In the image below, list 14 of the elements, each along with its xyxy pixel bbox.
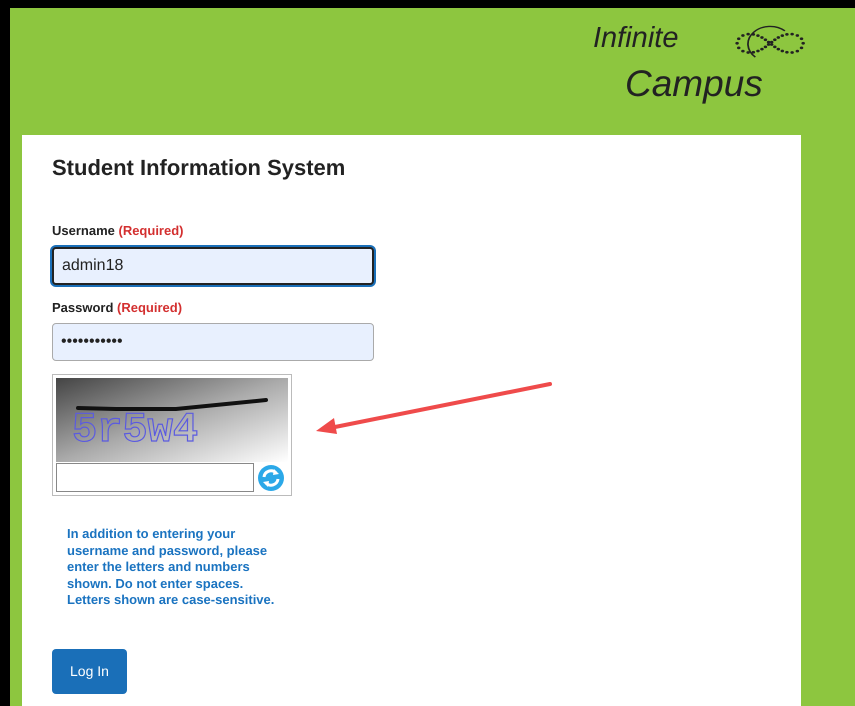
captcha-input-field[interactable] (56, 463, 254, 492)
required-label: (Required) (117, 300, 182, 315)
refresh-icon[interactable] (257, 464, 285, 492)
required-label: (Required) (118, 223, 184, 238)
logo-text: Infinite (593, 24, 678, 53)
page-title: Student Information System (52, 155, 346, 182)
logo-text: Campus (625, 65, 763, 102)
instructions-text: In addition to entering your username and password, please enter the letters and numbers shown. Do not enter spaces. Letters shown are case-sensitive. (67, 526, 276, 609)
input-field[interactable]: admin18 (52, 246, 374, 285)
login-button[interactable]: Log In (52, 648, 127, 694)
captcha-image: 5r5w4 (56, 378, 288, 462)
input-field[interactable]: ••••••••••• (52, 323, 374, 362)
field-label: Password (52, 300, 114, 315)
field-label: Username (52, 223, 116, 238)
